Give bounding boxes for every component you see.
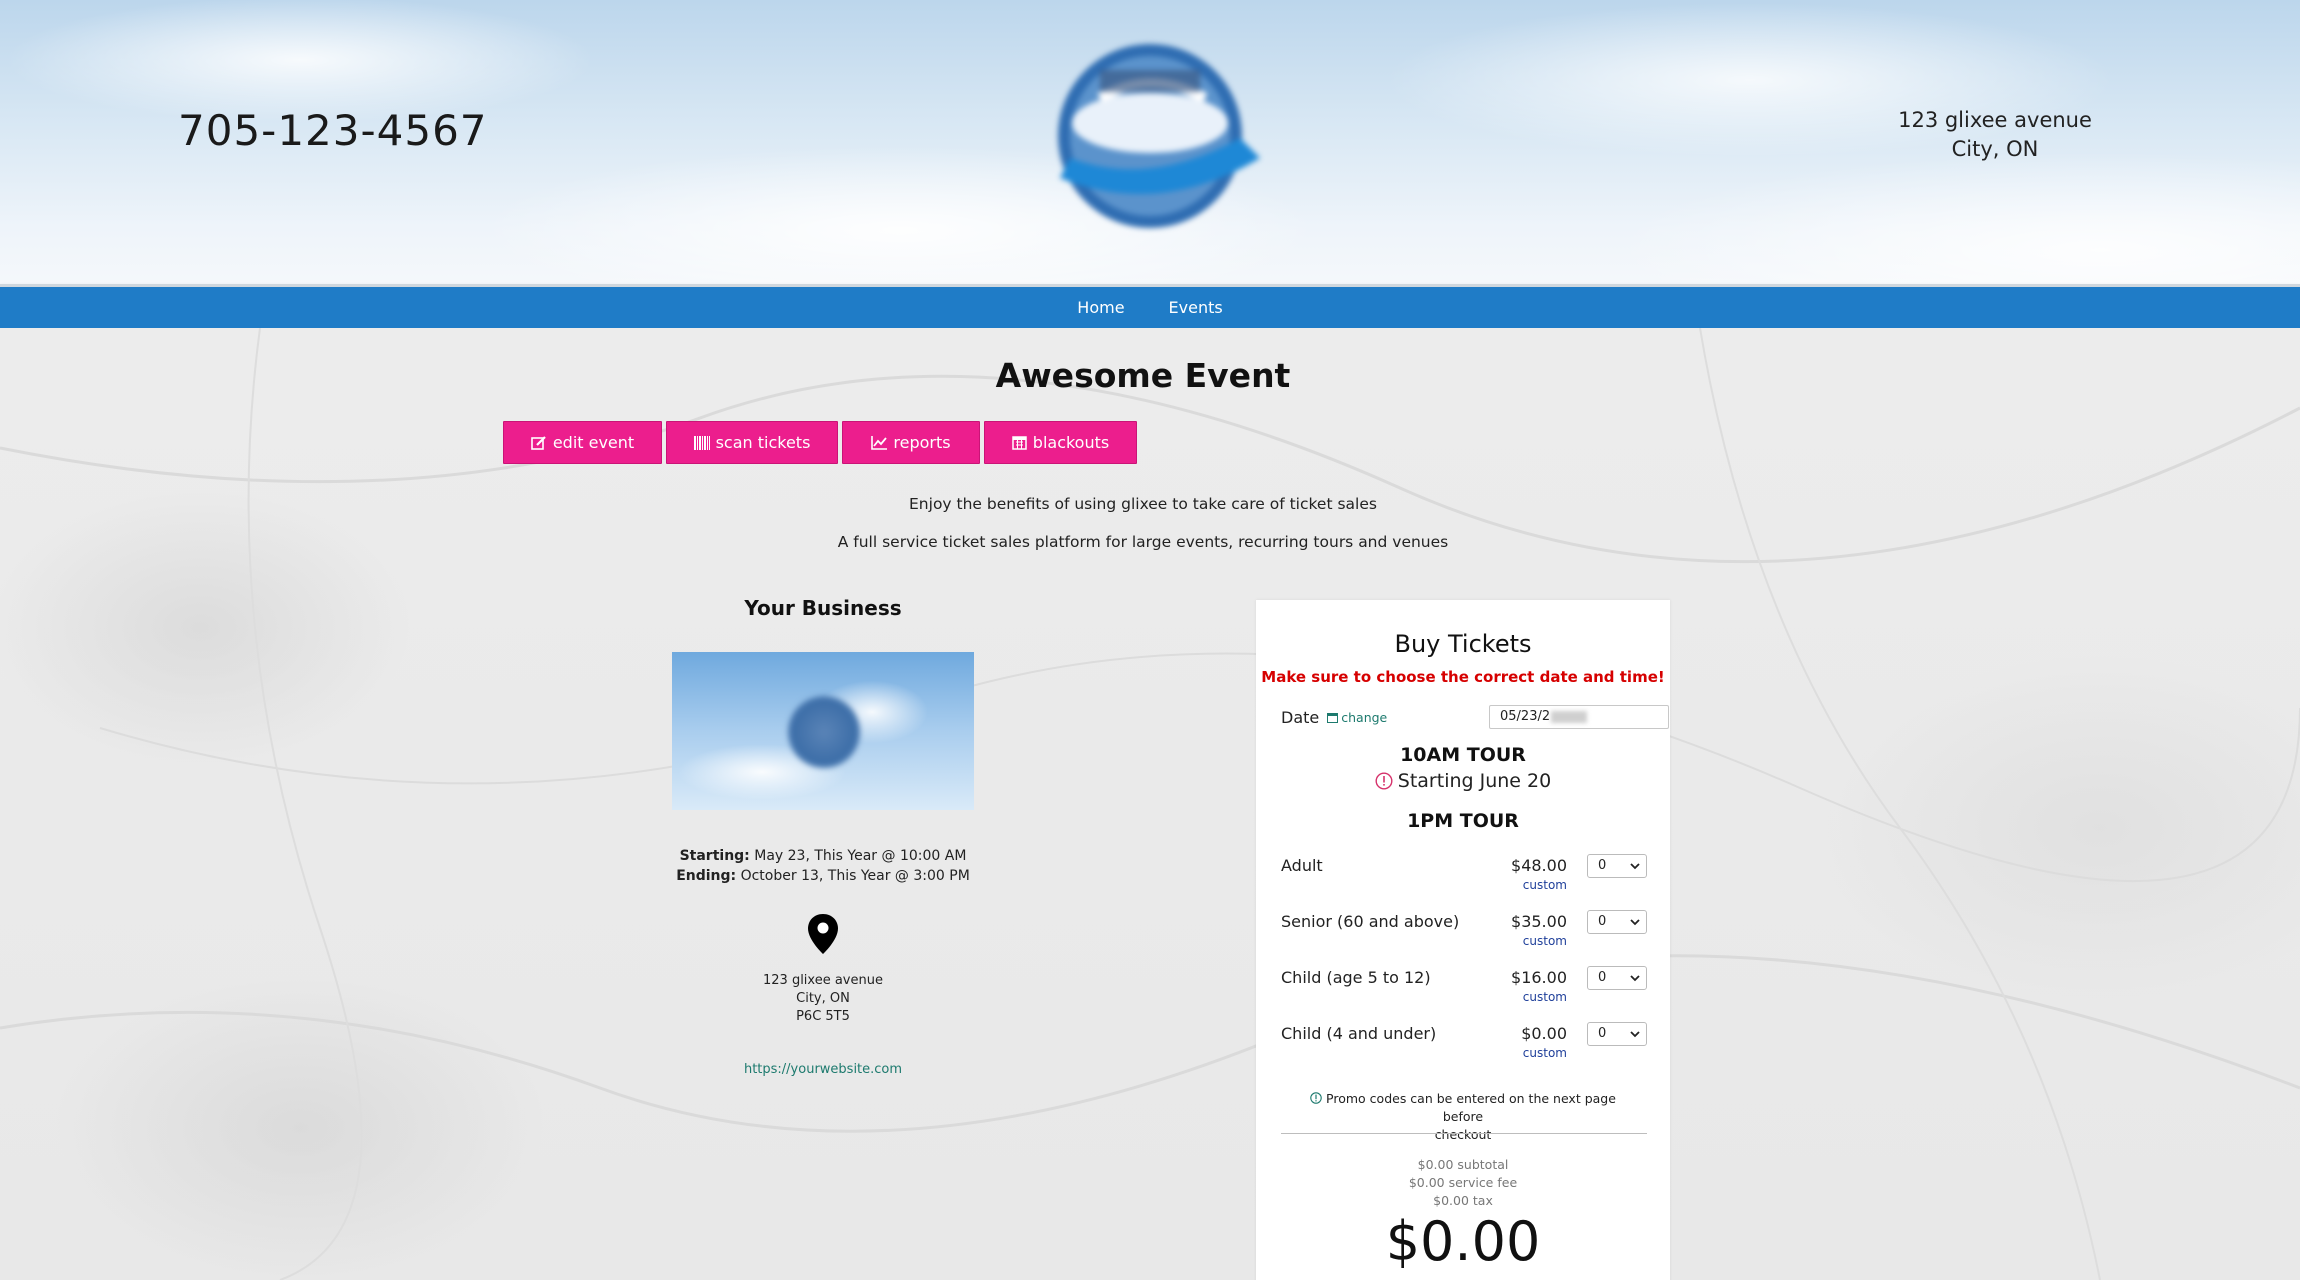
business-image xyxy=(672,652,974,810)
totals-divider xyxy=(1281,1133,1647,1134)
event-end-label: Ending: xyxy=(676,868,737,884)
fee-breakdown: $0.00 subtotal $0.00 service fee $0.00 t… xyxy=(1256,1156,1670,1210)
ticket-price: $48.00 xyxy=(1511,856,1567,875)
date-label: Date xyxy=(1281,707,1320,727)
date-change-link[interactable]: change xyxy=(1327,710,1387,725)
ticket-quantity-value: 0 xyxy=(1598,1026,1607,1041)
scan-tickets-button[interactable]: scan tickets xyxy=(666,421,838,464)
ticket-row-child: Child (age 5 to 12) $16.00 custom 0 xyxy=(1281,964,1647,1012)
subtotal-text: $0.00 subtotal xyxy=(1417,1157,1509,1172)
business-address-line1: 123 glixee avenue xyxy=(763,973,883,988)
promo-note-text1: Promo codes can be entered on the next p… xyxy=(1326,1091,1616,1124)
calendar-icon xyxy=(1327,712,1339,723)
blackouts-button[interactable]: blackouts xyxy=(984,421,1137,464)
site-header: 705-123-4567 123 glixee avenue City, ON xyxy=(0,0,2300,284)
ticket-custom-link[interactable]: custom xyxy=(1523,878,1567,892)
ticket-type-name: Child (age 5 to 12) xyxy=(1281,968,1431,987)
reports-label: reports xyxy=(893,433,951,452)
event-times: Starting: May 23, This Year @ 10:00 AM E… xyxy=(640,846,1006,886)
header-address-line1: 123 glixee avenue xyxy=(1898,108,2092,132)
total-amount: $0.00 xyxy=(1385,1210,1541,1273)
ticket-price: $0.00 xyxy=(1521,1024,1567,1043)
ticket-type-name: Adult xyxy=(1281,856,1323,875)
date-row: Date change 05/23/2 xyxy=(1281,704,1669,730)
event-end: Ending: October 13, This Year @ 3:00 PM xyxy=(640,866,1006,886)
ticket-row-infant: Child (4 and under) $0.00 custom 0 xyxy=(1281,1020,1647,1068)
event-start-value: May 23, This Year @ 10:00 AM xyxy=(754,848,967,864)
ticket-quantity-value: 0 xyxy=(1598,858,1607,873)
business-title: Your Business xyxy=(744,596,902,620)
tour-10am-heading: 10AM TOUR xyxy=(1400,744,1526,766)
calendar-icon xyxy=(1012,436,1027,450)
promo-note-line1: Promo codes can be entered on the next p… xyxy=(1296,1090,1630,1126)
ticket-price: $35.00 xyxy=(1511,912,1567,931)
chevron-down-icon xyxy=(1630,863,1640,870)
ticket-quantity-value: 0 xyxy=(1598,970,1607,985)
chevron-down-icon xyxy=(1630,919,1640,926)
info-icon xyxy=(1375,772,1393,790)
service-fee-text: $0.00 service fee xyxy=(1408,1175,1518,1190)
buy-tickets-panel: Buy Tickets Make sure to choose the corr… xyxy=(1256,600,1670,1280)
main-nav: Home Events xyxy=(0,284,2300,328)
business-address: 123 glixee avenue City, ON P6C 5T5 xyxy=(640,972,1006,1026)
reports-button[interactable]: reports xyxy=(842,421,980,464)
tour-1pm-heading: 1PM TOUR xyxy=(1407,810,1519,832)
nav-events[interactable]: Events xyxy=(1169,298,1223,317)
ticket-row-senior: Senior (60 and above) $35.00 custom 0 xyxy=(1281,908,1647,956)
promo-note: Promo codes can be entered on the next p… xyxy=(1296,1090,1630,1144)
company-logo[interactable] xyxy=(1030,28,1280,238)
background-map xyxy=(0,328,2300,1280)
chart-icon xyxy=(871,435,888,450)
date-input-redacted xyxy=(1551,710,1588,723)
buy-tickets-title: Buy Tickets xyxy=(1394,630,1532,658)
ticket-quantity-select[interactable]: 0 xyxy=(1587,910,1647,934)
tour-10am-note-text: Starting June 20 xyxy=(1397,770,1552,792)
nav-home[interactable]: Home xyxy=(1077,298,1124,317)
ticket-quantity-value: 0 xyxy=(1598,914,1607,929)
header-phone[interactable]: 705-123-4567 xyxy=(178,106,488,155)
event-description-1: Enjoy the benefits of using glixee to ta… xyxy=(909,495,1377,513)
blackouts-label: blackouts xyxy=(1032,433,1110,452)
header-address-line2: City, ON xyxy=(1951,137,2039,161)
event-start: Starting: May 23, This Year @ 10:00 AM xyxy=(640,846,1006,866)
business-image-logo xyxy=(788,696,860,768)
business-website-link[interactable]: https://yourwebsite.com xyxy=(640,1062,1006,1077)
tax-text: $0.00 tax xyxy=(1433,1193,1493,1208)
ticket-quantity-select[interactable]: 0 xyxy=(1587,966,1647,990)
barcode-icon xyxy=(693,435,710,450)
edit-event-button[interactable]: edit event xyxy=(503,421,662,464)
header-address: 123 glixee avenue City, ON xyxy=(1850,106,2140,164)
admin-toolbar: edit event scan tickets reports blackout… xyxy=(503,421,1137,464)
edit-event-label: edit event xyxy=(552,433,635,452)
date-input[interactable]: 05/23/2 xyxy=(1489,705,1669,729)
map-lines xyxy=(0,328,2300,1280)
chevron-down-icon xyxy=(1630,975,1640,982)
event-title: Awesome Event xyxy=(995,356,1291,395)
event-start-label: Starting: xyxy=(679,848,750,864)
business-address-line3: P6C 5T5 xyxy=(796,1009,850,1024)
ticket-type-name: Senior (60 and above) xyxy=(1281,912,1460,931)
promo-note-line2: checkout xyxy=(1434,1127,1492,1142)
ticket-custom-link[interactable]: custom xyxy=(1523,1046,1567,1060)
date-change-label: change xyxy=(1341,709,1388,725)
event-description-2: A full service ticket sales platform for… xyxy=(837,533,1449,551)
chevron-down-icon xyxy=(1630,1031,1640,1038)
ticket-type-name: Child (4 and under) xyxy=(1281,1024,1437,1043)
ticket-price: $16.00 xyxy=(1511,968,1567,987)
tour-10am-note: Starting June 20 xyxy=(1256,770,1670,792)
ticket-custom-link[interactable]: custom xyxy=(1523,990,1567,1004)
event-end-value: October 13, This Year @ 3:00 PM xyxy=(740,868,970,884)
ticket-quantity-select[interactable]: 0 xyxy=(1587,854,1647,878)
map-pin-icon xyxy=(808,914,838,954)
ticket-row-adult: Adult $48.00 custom 0 xyxy=(1281,852,1647,900)
info-icon xyxy=(1310,1092,1322,1104)
date-input-value: 05/23/2 xyxy=(1500,709,1551,724)
ticket-custom-link[interactable]: custom xyxy=(1523,934,1567,948)
ticket-quantity-select[interactable]: 0 xyxy=(1587,1022,1647,1046)
business-address-line2: City, ON xyxy=(796,991,850,1006)
date-warning: Make sure to choose the correct date and… xyxy=(1261,668,1665,686)
scan-tickets-label: scan tickets xyxy=(715,433,811,452)
edit-icon xyxy=(531,435,546,450)
